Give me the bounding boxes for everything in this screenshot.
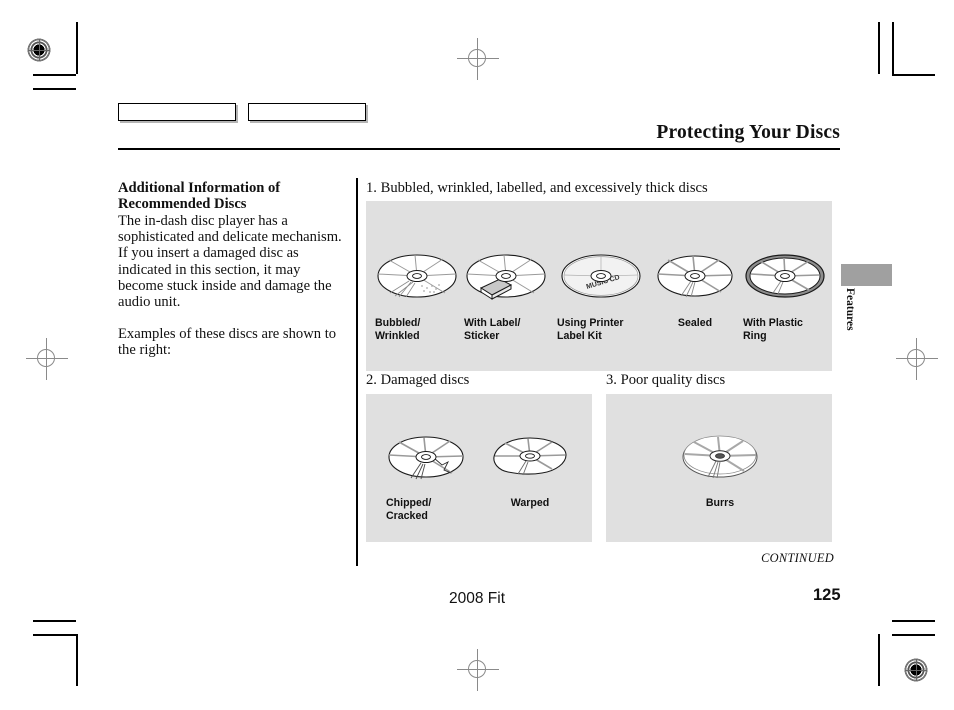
header-rule	[118, 148, 840, 150]
disc-chipped-cracked-icon	[388, 436, 464, 480]
label-line-1: Burrs	[705, 497, 735, 509]
crosshair-mark-right-center	[894, 336, 940, 382]
disc-printer-label-kit-icon: MUSIC CD	[561, 254, 641, 298]
left-column-heading-line1: Additional Information of	[118, 180, 281, 196]
crop-mark-top-left-horizontal	[33, 74, 76, 76]
figure-label-warped: Warped	[490, 497, 570, 510]
label-line-1: Bubbled/	[375, 317, 421, 329]
section-2-heading: 2. Damaged discs	[366, 372, 470, 388]
crop-mark-bottom-right-vertical	[878, 634, 880, 686]
crosshair-mark-bottom-center	[455, 647, 501, 693]
figure-label-with-label-sticker: With Label/ Sticker	[464, 317, 548, 343]
crop-mark-bottom-left-outer	[33, 620, 76, 622]
label-line-1: With Label/	[464, 317, 521, 329]
figure-warped: Warped	[490, 430, 570, 510]
figure-burrs: Burrs	[680, 430, 760, 510]
continued-label: CONTINUED	[761, 551, 834, 565]
left-column-heading-line2: Recommended Discs	[118, 196, 247, 213]
disc-burrs-icon	[682, 435, 758, 479]
disc-with-label-sticker-icon	[466, 254, 546, 300]
side-tab-block	[841, 264, 892, 286]
label-line-1: With Plastic	[743, 317, 803, 329]
crop-mark-bottom-left-horizontal	[33, 634, 76, 636]
crop-mark-top-right-inner	[892, 22, 894, 74]
label-line-2: Sticker	[464, 329, 500, 342]
figure-bubbled-wrinkled: Bubbled/ Wrinkled	[375, 248, 459, 343]
crosshair-mark-top-center	[455, 36, 501, 82]
figure-label-burrs: Burrs	[680, 497, 760, 510]
registration-target-bottom-right	[903, 657, 929, 683]
crop-mark-top-right-vertical	[878, 22, 880, 74]
label-line-2: Label Kit	[557, 329, 602, 342]
disc-bubbled-wrinkled-icon	[377, 254, 457, 298]
crop-mark-top-right-horizontal	[892, 74, 935, 76]
disc-with-plastic-ring-icon	[745, 254, 825, 298]
section-1-heading: 1. Bubbled, wrinkled, labelled, and exce…	[366, 180, 708, 196]
crosshair-mark-left-center	[24, 336, 70, 382]
figure-chipped-cracked: Chipped/ Cracked	[386, 430, 466, 523]
disc-sealed-icon	[657, 255, 733, 298]
left-column-body-2: Examples of these discs are shown to the…	[118, 325, 337, 359]
label-line-1: Chipped/	[386, 497, 432, 509]
figure-label-with-plastic-ring: With Plastic Ring	[743, 317, 827, 343]
label-line-1: Warped	[510, 497, 550, 509]
figure-label-chipped-cracked: Chipped/ Cracked	[386, 497, 466, 523]
disc-warped-icon	[493, 437, 567, 476]
crop-mark-bottom-left-vertical	[76, 634, 78, 686]
figure-label-sealed: Sealed	[655, 317, 735, 330]
crop-mark-top-left-outer	[33, 88, 76, 90]
label-line-1: Using Printer	[557, 317, 624, 329]
crop-mark-bottom-right-horizontal	[892, 634, 935, 636]
manual-page: Protecting Your Discs Additional Informa…	[0, 0, 954, 710]
figure-with-plastic-ring: With Plastic Ring	[743, 248, 827, 343]
page-number: 125	[813, 586, 841, 604]
registration-target-top-left	[26, 37, 52, 63]
left-column-body: The in-dash disc player has a sophistica…	[118, 212, 342, 311]
figure-sealed: Sealed	[655, 248, 735, 330]
figure-label-bubbled-wrinkled: Bubbled/ Wrinkled	[375, 317, 459, 343]
top-box-2[interactable]	[248, 103, 366, 121]
left-column-heading: Additional Information of Recommended Di…	[118, 180, 346, 213]
label-line-2: Cracked	[386, 509, 428, 522]
footer-model: 2008 Fit	[449, 590, 506, 607]
top-box-1[interactable]	[118, 103, 236, 121]
column-divider	[356, 178, 358, 566]
section-3-heading: 3. Poor quality discs	[606, 372, 726, 388]
left-column: Additional Information of Recommended Di…	[118, 180, 346, 358]
label-line-1: Sealed	[677, 317, 713, 329]
page-title: Protecting Your Discs	[656, 122, 840, 143]
label-line-2: Wrinkled	[375, 329, 420, 342]
figure-with-label-sticker: With Label/ Sticker	[464, 248, 548, 343]
crop-mark-bottom-right-outer	[892, 620, 935, 622]
label-line-2: Ring	[743, 329, 767, 342]
figure-using-printer-label-kit: MUSIC CD Using Printer Label Kit	[557, 248, 645, 343]
side-tab-label: Features	[841, 288, 859, 358]
crop-mark-top-left-vertical	[76, 22, 78, 74]
side-tab-label-text: Features	[844, 288, 856, 331]
figure-label-using-printer-label-kit: Using Printer Label Kit	[557, 317, 645, 343]
